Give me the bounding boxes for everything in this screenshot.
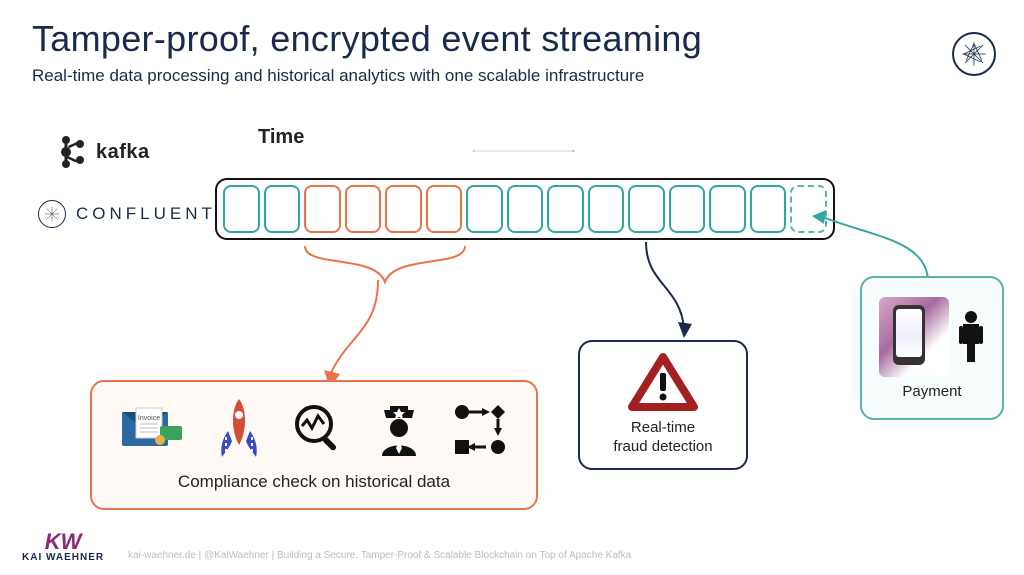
log-block — [466, 185, 503, 233]
page-subtitle: Real-time data processing and historical… — [32, 66, 644, 86]
author-initials: KW — [45, 532, 82, 552]
log-block — [304, 185, 341, 233]
log-block — [669, 185, 706, 233]
confluent-star-icon — [952, 32, 996, 76]
person-icon — [957, 310, 985, 364]
payment-box: Payment — [860, 276, 1004, 420]
author-name: KAI WAEHNER — [22, 552, 104, 563]
kafka-label: kafka — [96, 141, 150, 164]
log-block — [709, 185, 746, 233]
payment-phone-image — [879, 297, 949, 377]
confluent-label: CONFLUENT — [76, 204, 216, 224]
workflow-icon — [452, 402, 508, 456]
kafka-logo: kafka — [58, 132, 150, 172]
fraud-box: Real-timefraud detection — [578, 340, 748, 470]
log-block — [507, 185, 544, 233]
warning-icon — [628, 353, 698, 413]
log-block — [345, 185, 382, 233]
analytics-icon — [292, 402, 346, 456]
time-axis-arrow — [218, 150, 830, 152]
svg-text:Invoice: Invoice — [138, 415, 160, 422]
time-label: Time — [258, 126, 304, 149]
log-block — [588, 185, 625, 233]
log-block — [426, 185, 463, 233]
log-block — [750, 185, 787, 233]
historical-range-bracket — [300, 244, 470, 284]
event-log — [215, 178, 835, 240]
log-block — [223, 185, 260, 233]
rocket-icon — [214, 397, 264, 461]
confluent-ring-icon — [38, 200, 66, 228]
compliance-box: Invoice — [90, 380, 538, 510]
payment-label: Payment — [902, 383, 961, 400]
page-title: Tamper-proof, encrypted event streaming — [32, 18, 702, 60]
log-block — [264, 185, 301, 233]
log-block — [547, 185, 584, 233]
invoice-icon: Invoice — [120, 404, 186, 454]
compliance-label: Compliance check on historical data — [106, 472, 522, 492]
footer-credit: kai-waehner.de | @KaiWaehner | Building … — [128, 550, 631, 561]
author-logo: KW KAI WAEHNER — [22, 532, 104, 563]
confluent-logo: CONFLUENT — [38, 200, 216, 228]
fraud-label: Real-timefraud detection — [613, 419, 712, 457]
log-block — [628, 185, 665, 233]
fraud-arrow — [640, 240, 700, 340]
log-block — [385, 185, 422, 233]
police-icon — [374, 400, 424, 458]
historical-arrow — [318, 280, 388, 390]
